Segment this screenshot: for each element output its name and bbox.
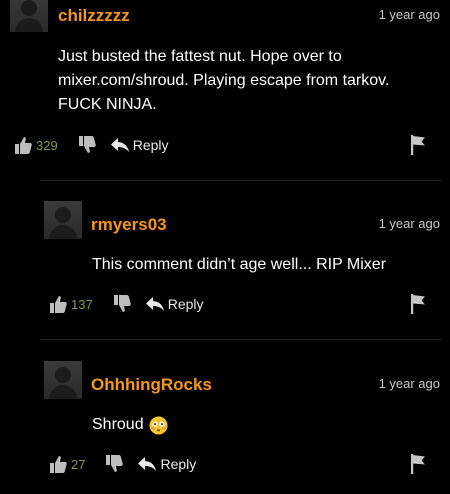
comment-timestamp: 1 year ago: [378, 376, 440, 391]
thumbs-down-button[interactable]: [105, 454, 125, 474]
comment-username[interactable]: OhhhingRocks: [91, 375, 212, 395]
reply-label: Reply: [160, 456, 197, 472]
comment: OhhhingRocks 1 year ago Shroud 27 Reply: [0, 0, 450, 494]
like-count: 27: [71, 456, 86, 472]
thumbs-up-icon: [50, 456, 67, 473]
thumbs-down-icon: [106, 455, 124, 472]
comment-text: Shroud: [92, 416, 144, 433]
flushed-face-emoji: [149, 415, 168, 435]
comment-actions: 27 Reply: [49, 452, 440, 476]
reply-arrow-icon: [138, 457, 157, 471]
avatar[interactable]: [44, 361, 82, 399]
comment-text-row: Shroud: [92, 413, 432, 437]
thumbs-up-button[interactable]: 27: [49, 454, 85, 474]
flag-icon: [411, 454, 425, 474]
flag-button[interactable]: [410, 453, 426, 475]
reply-button[interactable]: Reply: [137, 456, 196, 472]
